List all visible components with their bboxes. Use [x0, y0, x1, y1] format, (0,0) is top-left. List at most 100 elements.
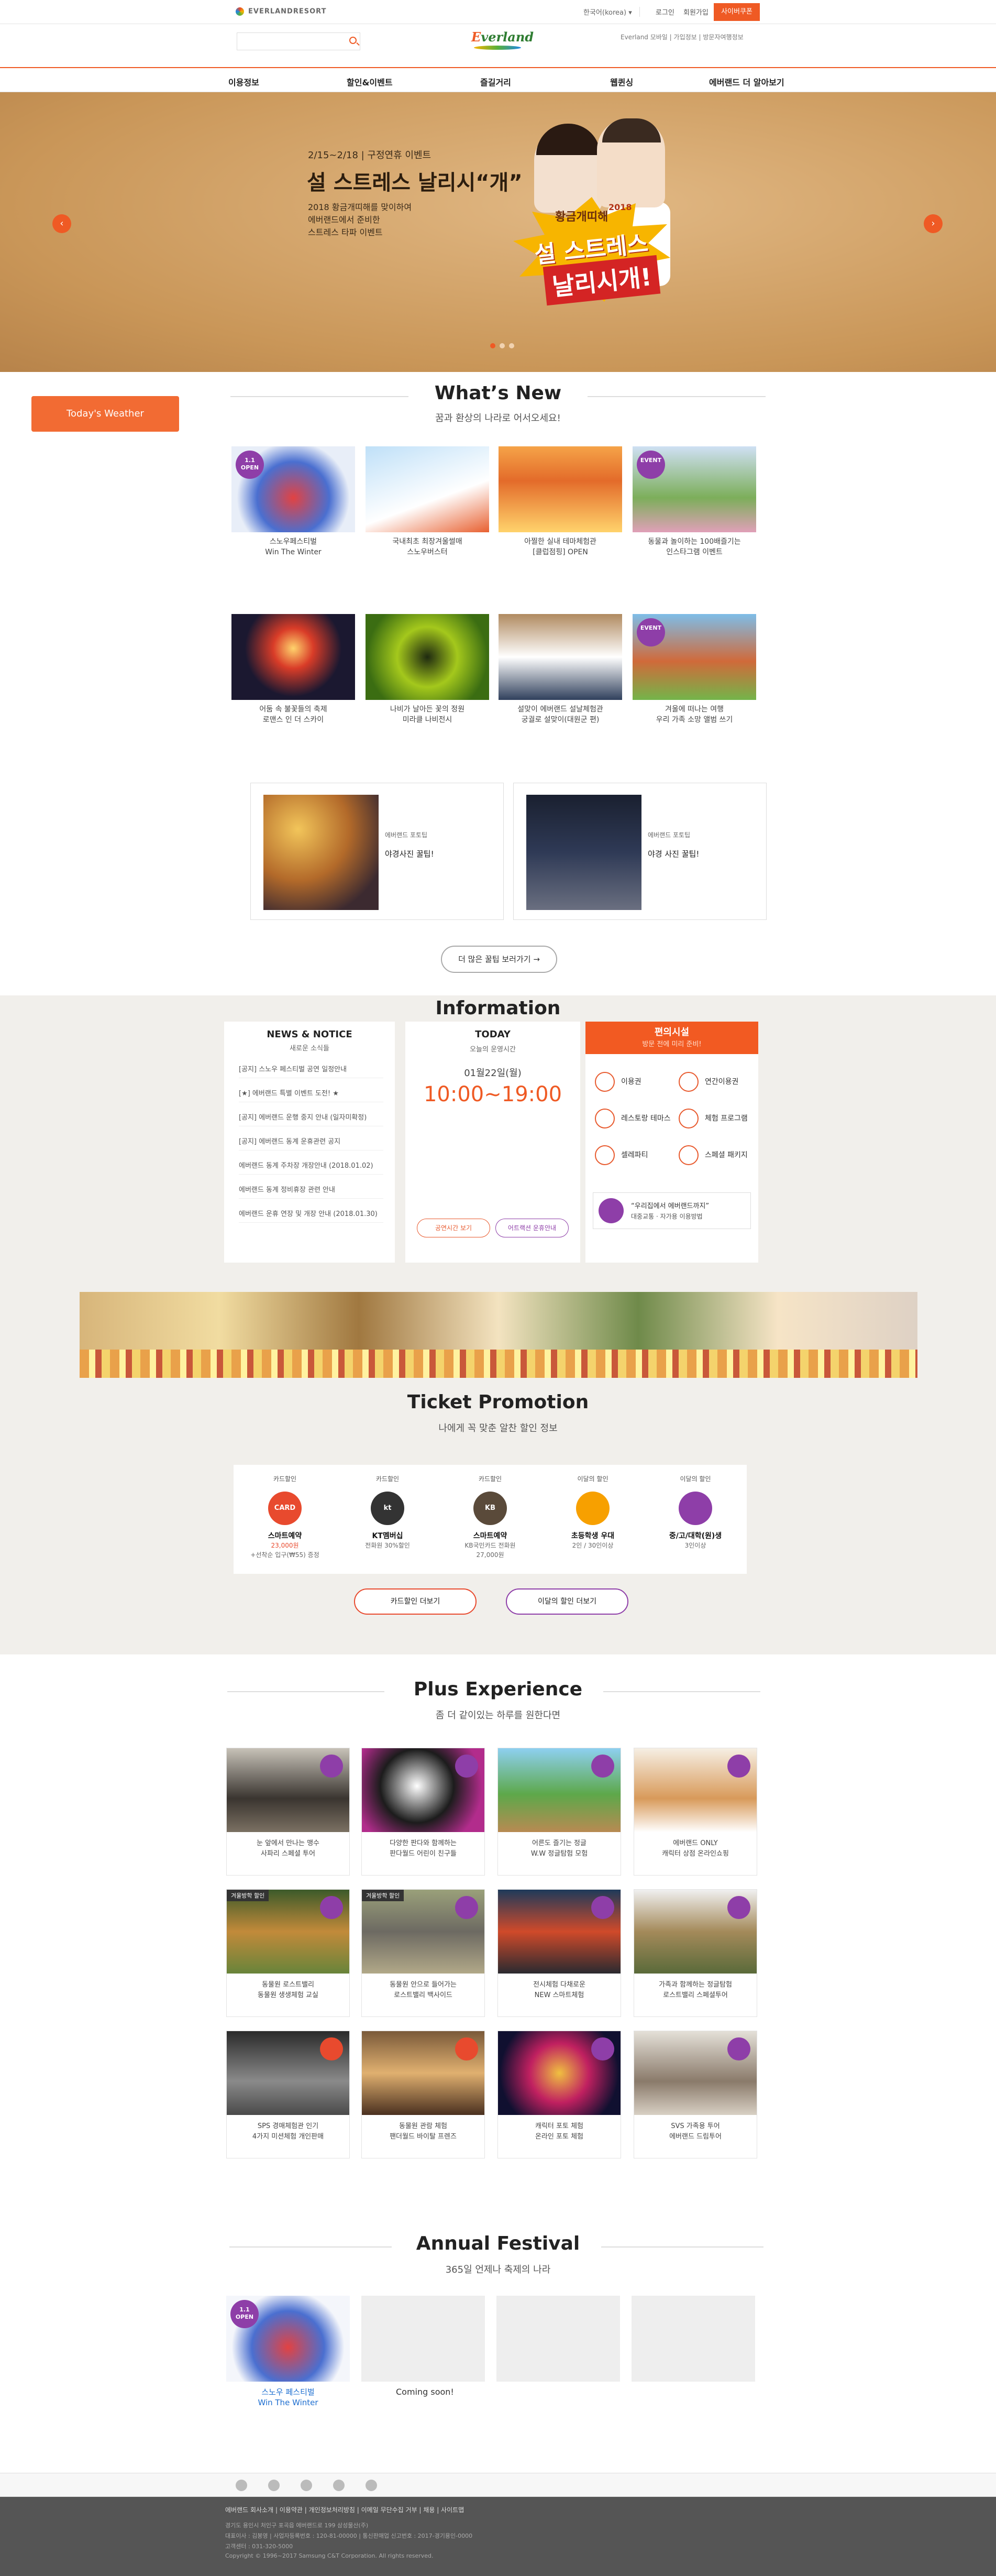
attraction-closure-button[interactable]: 어트랙션 운휴안내 [495, 1219, 569, 1237]
restaurant-icon [595, 1109, 615, 1128]
hours-title: TODAY [475, 1029, 511, 1040]
whats-new-card[interactable]: EVENT [633, 446, 756, 532]
plus-card[interactable]: 눈 앞에서 만나는 맹수 사파리 스페셜 투어 [226, 1748, 350, 1876]
plus-card[interactable]: 겨울방학 할인 동물원 로스트밸리 동물원 생생체험 교실 [226, 1889, 350, 2017]
whats-new-subtitle: 꿈과 환상의 나라로 어서오세요! [435, 413, 561, 424]
tip-image [263, 795, 379, 910]
news-item[interactable]: 에버랜드 동계 주차장 개장안내 (2018.01.02) [239, 1160, 383, 1175]
facility-ticket[interactable]: 이용권 [595, 1072, 641, 1092]
ticket-icon: KB [473, 1492, 507, 1525]
nav-item-webqueen[interactable]: 웹퀸싱 [610, 75, 633, 88]
facility-program[interactable]: 체험 프로그램 [679, 1109, 757, 1128]
plus-tag: 겨울방학 할인 [227, 1890, 269, 1901]
caption-line: 다양한 판다와 함께하는 [390, 1839, 457, 1847]
whats-new-caption: 설맞이 에버랜드 설날체험관 궁궐로 설맞이(대원군 편) [499, 704, 622, 725]
hero-banner[interactable]: 2/15~2/18 | 구정연휴 이벤트 설 스트레스 날리시“개” 2018 … [0, 92, 996, 372]
plus-card[interactable]: SPS 경매체험관 인기 4가지 미션체험 개인판매 [226, 2031, 350, 2158]
plus-card[interactable]: 에버랜드 ONLY 캐릭터 상점 온라인쇼핑 [634, 1748, 757, 1876]
plus-card[interactable]: 다양한 판다와 함께하는 판다월드 어린이 친구들 [361, 1748, 485, 1876]
plus-caption: SVS 가족용 투어 에버랜드 드림투어 [634, 2121, 757, 2142]
caption-line: 로맨스 인 더 스카이 [262, 716, 324, 724]
ticket-item[interactable]: 카드할인 KB 스마트예약 KB국민카드 전화원 27,000원 [439, 1474, 541, 1560]
plus-card[interactable]: SVS 가족용 투어 에버랜드 드림투어 [634, 2031, 757, 2158]
ticket-item[interactable]: 카드할인 CARD 스마트예약 23,000원 +선착순 입구(₩55) 증정 [234, 1474, 336, 1560]
whats-new-card[interactable]: 1.1 OPEN [231, 446, 355, 532]
caption-line: 동물원 관람 체험 [399, 2122, 447, 2130]
nav-item-attractions[interactable]: 즐길거리 [480, 75, 511, 88]
logo-swoosh [474, 46, 521, 50]
blog-icon[interactable] [366, 2480, 377, 2491]
caption-line: 사파리 스페셜 투어 [261, 1850, 315, 1858]
tip-card[interactable]: 에버랜드 포토팁 야경사진 꿀팁! [250, 783, 504, 920]
signup-link[interactable]: 회원가입 [683, 7, 709, 17]
twitter-icon[interactable] [236, 2480, 247, 2491]
caption-line: 궁궐로 설맞이(대원군 편) [521, 716, 600, 724]
whats-new-card[interactable]: EVENT [633, 614, 756, 700]
news-item[interactable]: [공지] 에버랜드 동계 운휴관련 공지 [239, 1136, 383, 1150]
whats-new-card[interactable] [499, 446, 622, 532]
bus-icon [599, 1198, 624, 1223]
header-link-info[interactable]: 가입정보 [674, 34, 697, 41]
ticket-name: 스마트예약 [473, 1532, 507, 1540]
nav-item-more[interactable]: 에버랜드 더 알아보기 [709, 75, 784, 88]
plus-card[interactable]: 동물원 관람 체험 팬더월드 바이탈 프렌즈 [361, 2031, 485, 2158]
whats-new-card[interactable] [366, 446, 489, 532]
ticket-desc: 23,000원 [271, 1542, 299, 1549]
plus-card[interactable]: 전시체험 다채로운 NEW 스마트체험 [497, 1889, 621, 2017]
caption-line: 미라클 나비전시 [402, 716, 452, 724]
header-link-mobile[interactable]: Everland 모바일 [621, 34, 668, 41]
monthly-discount-more-button[interactable]: 이달의 할인 더보기 [506, 1588, 628, 1615]
search-input[interactable] [237, 32, 360, 50]
nav-item-usage[interactable]: 이용정보 [228, 75, 259, 88]
hero-next-button[interactable]: › [924, 214, 943, 233]
whats-new-caption: 국내최초 최장겨울썰매 스노우버스터 [366, 536, 489, 557]
caption-line: NEW 스마트체험 [534, 1991, 584, 1999]
hero-prev-button[interactable]: ‹ [52, 214, 71, 233]
show-times-button[interactable]: 공연시간 보기 [417, 1219, 490, 1237]
instagram-icon[interactable] [301, 2480, 312, 2491]
hero-pagination [488, 341, 516, 350]
plus-card[interactable]: 어른도 즐기는 정글 W.W 정글탐험 모험 [497, 1748, 621, 1876]
resort-logo[interactable]: EVERLANDRESORT [236, 7, 326, 16]
search-icon[interactable] [349, 37, 357, 44]
facility-party[interactable]: 셀레파티 [595, 1145, 648, 1165]
tip-label: 에버랜드 포토팁 [648, 831, 691, 839]
news-item[interactable]: [공지] 에버랜드 운행 중지 안내 (일자미확정) [239, 1112, 383, 1126]
whats-new-card[interactable] [366, 614, 489, 700]
plus-card[interactable]: 겨울방학 할인 동물원 안으로 들어가는 로스트밸리 백사이드 [361, 1889, 485, 2017]
cyber-coupon-button[interactable]: 사이버쿠폰 [714, 3, 760, 21]
hero-description: 2018 황금개띠해를 맞이하여 에버랜드에서 준비한 스트레스 타파 이벤트 [308, 201, 412, 239]
facility-annual-pass[interactable]: 연간이용권 [679, 1072, 738, 1092]
caption-line: 인스타그램 이벤트 [666, 548, 723, 556]
facility-package[interactable]: 스페셜 패키지 [679, 1145, 757, 1165]
facebook-icon[interactable] [268, 2480, 280, 2491]
facility-restaurant[interactable]: 레스토랑 테마스 [595, 1109, 673, 1128]
ticket-item[interactable]: 카드할인 kt KT멤버십 전화원 30%할인 [336, 1474, 439, 1550]
ticket-item[interactable]: 이달의 할인 중/고/대학(원)생 3인이상 [644, 1474, 747, 1550]
news-item[interactable]: 에버랜드 운휴 연장 및 개장 안내 (2018.01.30) [239, 1208, 383, 1223]
news-item[interactable]: [공지] 스노우 페스티벌 공연 일정안내 [239, 1064, 383, 1078]
ticket-item[interactable]: 이달의 할인 초등학생 우대 2인 / 30인이상 [541, 1474, 644, 1550]
plus-card[interactable]: 가족과 함께하는 정글탐험 로스트밸리 스페셜투어 [634, 1889, 757, 2017]
header-link-visitor[interactable]: 방문자여행정보 [703, 34, 743, 41]
directions-link[interactable]: “우리집에서 에버랜드까지” 대중교통 · 자가용 이용방법 [593, 1192, 751, 1229]
hero-dot[interactable] [490, 343, 495, 348]
hero-dot[interactable] [500, 343, 505, 348]
plus-card[interactable]: 캐릭터 포토 체험 온라인 포토 체험 [497, 2031, 621, 2158]
nav-item-discount[interactable]: 할인&이벤트 [347, 75, 393, 88]
news-item[interactable]: 에버랜드 동계 정비휴장 관련 안내 [239, 1184, 383, 1199]
tip-card[interactable]: 에버랜드 포토팁 야경 사진 꿀팁! [513, 783, 767, 920]
login-link[interactable]: 로그인 [656, 7, 674, 17]
language-select[interactable]: 한국어(korea) ▾ [583, 7, 640, 17]
card-discount-more-button[interactable]: 카드할인 더보기 [354, 1588, 477, 1615]
footer-links[interactable]: 에버랜드 회사소개 | 이용약관 | 개인정보처리방침 | 이메일 무단수집 거… [225, 2505, 464, 2514]
more-tips-button[interactable]: 더 많은 꿀팁 보러가기 → [441, 946, 557, 973]
hero-dot[interactable] [509, 343, 514, 348]
youtube-icon[interactable] [333, 2480, 345, 2491]
news-item[interactable]: [★] 에버랜드 특별 이벤트 도전! ★ [239, 1088, 383, 1102]
whats-new-card[interactable] [231, 614, 355, 700]
everland-logo[interactable]: Everland [471, 29, 534, 59]
plus-caption: SPS 경매체험관 인기 4가지 미션체험 개인판매 [227, 2121, 349, 2142]
whats-new-card[interactable] [499, 614, 622, 700]
festival-card[interactable]: 1.1 OPEN [226, 2296, 350, 2382]
